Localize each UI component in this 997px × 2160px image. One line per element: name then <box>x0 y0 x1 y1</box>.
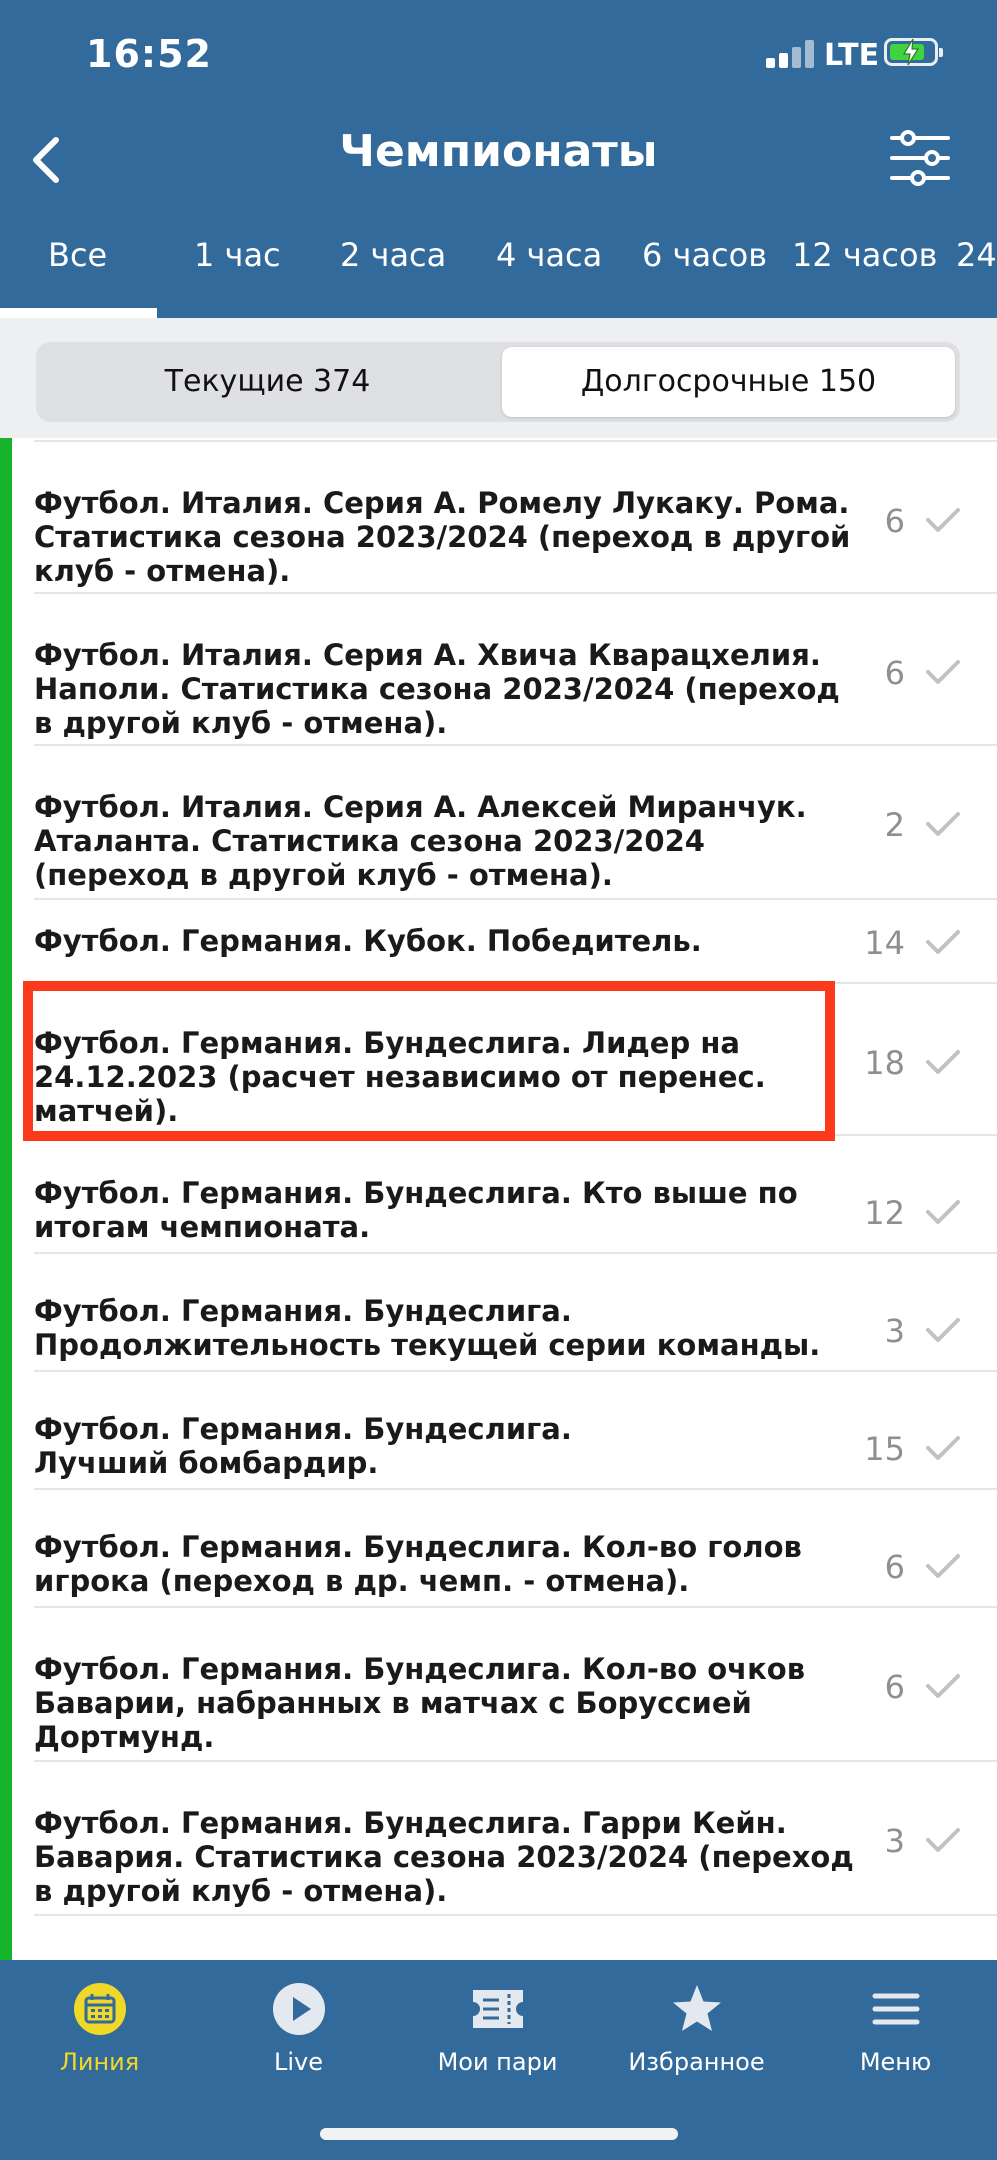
nav-label-line: Линия <box>59 2048 140 2076</box>
event-title: Футбол. Германия. Бундеслига. Продолжите… <box>34 1294 821 1362</box>
menu-icon <box>872 1993 919 2025</box>
time-filter-tabs: Все 1 час 2 часа 4 часа 6 часов 12 часов… <box>0 236 997 318</box>
status-time: 16:52 <box>86 32 212 76</box>
tab-12-hours[interactable]: 12 часов <box>792 236 937 274</box>
highlight-box <box>23 981 835 1141</box>
list-item[interactable]: Футбол. Германия. Кубок. Победитель. 14 <box>12 900 997 984</box>
nav-label-live: Live <box>273 2048 323 2076</box>
event-title: Футбол. Италия. Серия А. Ромелу Лукаку. … <box>34 486 851 588</box>
signal-icon <box>766 40 816 68</box>
checkmark-icon <box>926 930 960 954</box>
tab-24-hours[interactable]: 24 <box>956 236 997 274</box>
event-title: Футбол. Германия. Бундеслига. Лучший бом… <box>34 1412 572 1480</box>
ticket-icon <box>472 1990 523 2028</box>
checkmark-icon <box>926 1828 960 1852</box>
list-item[interactable]: Футбол. Германия. Бундеслига. Лучший бом… <box>12 1372 997 1490</box>
event-count: 6 <box>884 502 905 540</box>
event-count: 6 <box>884 1668 905 1706</box>
tab-4-hours[interactable]: 4 часа <box>496 236 602 274</box>
tab-6-hours[interactable]: 6 часов <box>642 236 767 274</box>
list-item[interactable]: Футбол. Италия. Серия А. Алексей Миранчу… <box>12 746 997 900</box>
play-icon <box>272 1983 325 2035</box>
checkmark-icon <box>926 1554 960 1578</box>
list-item[interactable]: Футбол. Италия. Серия А. Ромелу Лукаку. … <box>12 442 997 594</box>
event-count: 2 <box>884 806 905 844</box>
star-icon <box>672 1985 721 2031</box>
list-item[interactable]: Футбол. Италия. Серия А. Хвича Кварацхел… <box>12 594 997 746</box>
event-title: Футбол. Германия. Бундеслига. Кто выше п… <box>34 1176 798 1244</box>
nav-menu[interactable]: Меню <box>796 1960 995 2100</box>
segmented-control: Текущие 374 Долгосрочные 150 <box>36 342 960 422</box>
checkmark-icon <box>926 812 960 836</box>
nav-label-my-bets: Мои пари <box>437 2048 558 2076</box>
checkmark-icon <box>926 660 960 684</box>
checkmark-icon <box>926 1436 960 1460</box>
segment-area: Текущие 374 Долгосрочные 150 <box>0 318 997 438</box>
event-count: 6 <box>884 1548 905 1586</box>
tab-2-hours[interactable]: 2 часа <box>340 236 446 274</box>
list-item[interactable]: Футбол. Германия. Бундеслига. Кол-во гол… <box>12 1490 997 1608</box>
event-title: Футбол. Германия. Бундеслига. Кол-во очк… <box>34 1652 806 1754</box>
checkmark-icon <box>926 508 960 532</box>
event-count: 12 <box>864 1194 905 1232</box>
calendar-icon <box>73 1983 126 2035</box>
event-title: Футбол. Германия. Бундеслига. Гарри Кейн… <box>34 1806 854 1908</box>
list-item[interactable]: Футбол. Германия. Бундеслига. Кто выше п… <box>12 1136 997 1254</box>
tab-all[interactable]: Все <box>48 236 107 274</box>
event-title: Футбол. Италия. Серия А. Хвича Кварацхел… <box>34 638 840 740</box>
event-title: Футбол. Германия. Бундеслига. Кол-во гол… <box>34 1530 802 1598</box>
checkmark-icon <box>926 1674 960 1698</box>
nav-label-favorites: Избранное <box>628 2048 765 2076</box>
list-item[interactable]: Футбол. Германия. Бундеслига. Гарри Кейн… <box>12 1762 997 1916</box>
event-count: 18 <box>864 1044 905 1082</box>
filter-settings-button[interactable] <box>888 128 952 188</box>
event-title: Футбол. Германия. Кубок. Победитель. <box>34 924 702 958</box>
list-item[interactable]: Футбол. Германия. Бундеслига. Кол-во очк… <box>12 1608 997 1762</box>
nav-line[interactable]: Линия <box>0 1960 199 2100</box>
event-count: 6 <box>884 654 905 692</box>
checkmark-icon <box>926 1318 960 1342</box>
checkmark-icon <box>926 1050 960 1074</box>
tab-1-hour[interactable]: 1 час <box>194 236 281 274</box>
home-indicator <box>320 2128 678 2140</box>
event-title: Футбол. Италия. Серия А. Алексей Миранчу… <box>34 790 807 892</box>
list-item[interactable] <box>12 1916 997 1960</box>
nav-live[interactable]: Live <box>199 1960 398 2100</box>
event-count: 3 <box>884 1822 905 1860</box>
active-tab-indicator <box>0 308 157 318</box>
event-count: 3 <box>884 1312 905 1350</box>
nav-label-menu: Меню <box>859 2048 932 2076</box>
nav-my-bets[interactable]: Мои пари <box>398 1960 597 2100</box>
header: 16:52 LTE Чемпионаты Все 1 час 2 часа 4 … <box>0 0 997 318</box>
network-label: LTE <box>824 38 880 73</box>
checkmark-icon <box>926 1200 960 1224</box>
nav-favorites[interactable]: Избранное <box>597 1960 796 2100</box>
list-item[interactable]: Футбол. Германия. Бундеслига. Продолжите… <box>12 1254 997 1372</box>
battery-icon <box>884 38 943 66</box>
segment-long-term[interactable]: Долгосрочные 150 <box>502 347 955 417</box>
championship-list: Футбол. Италия. Серия А. Ромелу Лукаку. … <box>0 438 997 1960</box>
page-title: Чемпионаты <box>339 126 658 177</box>
event-count: 14 <box>864 924 905 962</box>
event-count: 15 <box>864 1430 905 1468</box>
segment-current[interactable]: Текущие 374 <box>41 347 494 417</box>
sliders-icon <box>890 130 950 186</box>
